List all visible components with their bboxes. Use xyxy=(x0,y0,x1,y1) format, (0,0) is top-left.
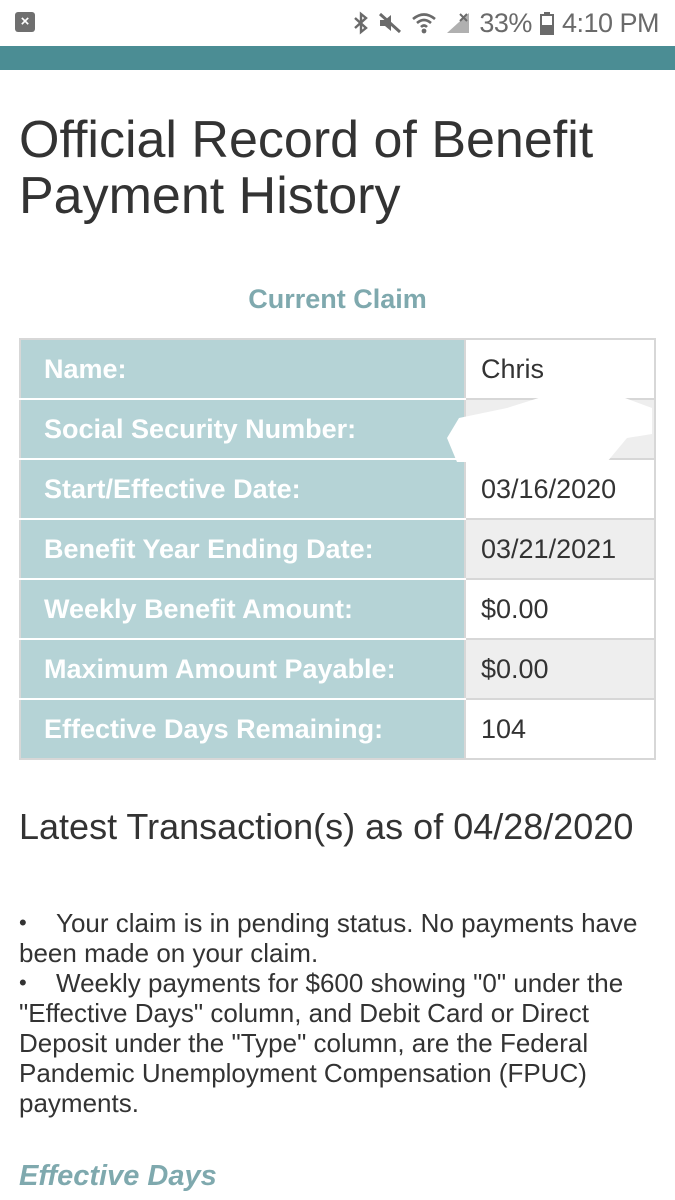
row-value: 03/16/2020 xyxy=(464,458,656,520)
table-row: Weekly Benefit Amount: $0.00 xyxy=(19,578,656,640)
list-item-text: Your claim is in pending status. No paym… xyxy=(19,908,638,968)
clock: 4:10 PM xyxy=(561,7,660,38)
row-label: Name: xyxy=(19,338,466,400)
battery-percent: 33% xyxy=(479,7,532,38)
latest-transactions-heading: Latest Transaction(s) as of 04/28/2020 xyxy=(19,806,634,847)
row-label: Social Security Number: xyxy=(19,398,466,460)
current-claim-heading: Current Claim xyxy=(248,284,427,314)
row-value xyxy=(464,398,656,460)
table-row: Benefit Year Ending Date: 03/21/2021 xyxy=(19,518,656,580)
row-label: Effective Days Remaining: xyxy=(19,698,466,760)
bullet-icon: • xyxy=(19,970,27,995)
list-item-text: Weekly payments for $600 showing "0" und… xyxy=(19,968,624,1118)
wifi-icon xyxy=(412,13,437,34)
bluetooth-icon xyxy=(354,11,369,35)
row-label: Weekly Benefit Amount: xyxy=(19,578,466,640)
table-row: Maximum Amount Payable: $0.00 xyxy=(19,638,656,700)
row-label: Benefit Year Ending Date: xyxy=(19,518,466,580)
status-icons: 33% 4:10 PM xyxy=(353,6,660,40)
table-row: Start/Effective Date: 03/16/2020 xyxy=(19,458,656,520)
effective-days-heading: Effective Days xyxy=(19,1160,217,1192)
bullet-icon: • xyxy=(19,910,27,935)
cell-signal-icon xyxy=(447,13,470,33)
page-title: Official Record of Benefit Payment Histo… xyxy=(19,111,594,225)
header-bar xyxy=(0,46,675,70)
list-item: • Your claim is in pending status. No pay… xyxy=(19,908,649,968)
row-value: $0.00 xyxy=(464,578,656,640)
row-value: 03/21/2021 xyxy=(464,518,656,580)
table-row: Social Security Number: xyxy=(19,398,656,460)
current-claim-table: Name: Chris Social Security Number: Star… xyxy=(19,338,656,760)
row-label: Start/Effective Date: xyxy=(19,458,466,520)
list-item: • Weekly payments for $600 showing "0" un… xyxy=(19,968,649,1118)
transaction-notes-list: • Your claim is in pending status. No pay… xyxy=(19,908,649,1118)
mute-icon xyxy=(379,12,402,34)
row-label: Maximum Amount Payable: xyxy=(19,638,466,700)
row-value: Chris xyxy=(464,338,656,400)
row-value: 104 xyxy=(464,698,656,760)
row-value: $0.00 xyxy=(464,638,656,700)
table-row: Name: Chris xyxy=(19,338,656,400)
table-row: Effective Days Remaining: 104 xyxy=(19,698,656,760)
status-bar: × 33% 4:10 PM xyxy=(0,0,675,46)
close-notification-icon[interactable]: × xyxy=(15,12,35,32)
battery-icon xyxy=(539,12,554,35)
